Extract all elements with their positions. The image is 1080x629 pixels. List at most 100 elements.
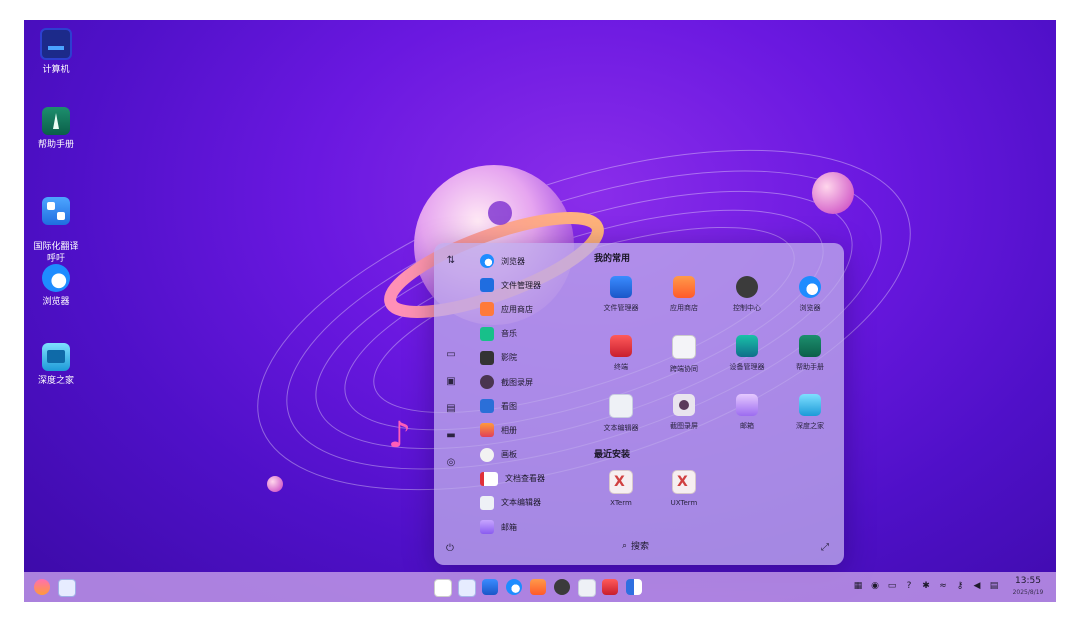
wifi-icon[interactable]: ≈ (937, 581, 949, 591)
app-list-item[interactable]: 文档查看器 (470, 467, 590, 491)
grid-tray-icon[interactable]: ▦ (852, 581, 864, 591)
control-center-icon[interactable] (554, 579, 570, 595)
volume-icon[interactable]: ◀ (971, 581, 983, 591)
browser-icon[interactable] (506, 579, 522, 595)
app-list-label: 浏览器 (501, 256, 525, 266)
deepin-home-icon (799, 394, 821, 416)
draw-icon (480, 447, 494, 462)
favorite-item[interactable]: 帮助手册 (779, 335, 841, 372)
desktop-screen: ♪ 计算机 帮助手册 国际化翻译 呼吁 浏览器 深度之家 ⇅ ▭ ▣ ▤ ▬ ◎… (24, 20, 1056, 602)
screenshot-icon (673, 394, 695, 416)
desktop-icon-label: 深度之家 (37, 376, 74, 386)
desktop-icon-deepin-home[interactable]: 深度之家 (24, 343, 88, 387)
favorite-item[interactable]: 邮箱 (716, 394, 778, 431)
launcher-app-list: 浏览器 文件管理器 应用商店 音乐 影院 截图录屏 看图 相册 画板 文档查看器… (470, 249, 590, 539)
desktop-icon-browser[interactable]: 浏览器 (24, 264, 88, 308)
app-list-label: 文档查看器 (505, 474, 545, 484)
app-list-item[interactable]: 影院 (470, 346, 590, 370)
app-list-item[interactable]: 相册 (470, 418, 590, 442)
app-list-item[interactable]: 文本编辑器 (470, 491, 590, 515)
app-list-item[interactable]: 应用商店 (470, 297, 590, 321)
sort-icon[interactable]: ⇅ (445, 255, 457, 267)
favorite-label: 邮箱 (740, 422, 754, 430)
app-store-icon[interactable] (530, 579, 546, 595)
terminal-icon[interactable] (602, 579, 618, 595)
translate-icon (42, 197, 70, 225)
clock-time[interactable]: 13:55 (1008, 576, 1048, 586)
key-icon[interactable]: ⚷ (954, 581, 966, 591)
favorite-label: 帮助手册 (796, 363, 824, 371)
favorite-item[interactable]: 终端 (590, 335, 652, 372)
app-launcher: ⇅ ▭ ▣ ▤ ▬ ◎ 浏览器 文件管理器 应用商店 音乐 影院 截图录屏 看图… (434, 243, 844, 565)
favorite-label: 应用商店 (670, 304, 698, 312)
launcher-search[interactable]: ⌕ 搜索 (622, 539, 650, 553)
favorite-label: 浏览器 (799, 304, 821, 312)
svg-text:♪: ♪ (388, 415, 411, 456)
category-image-icon[interactable]: ▣ (445, 376, 457, 388)
recent-item[interactable]: X XTerm (590, 470, 652, 507)
file-manager-icon (480, 278, 494, 293)
desktop-icon-label: 计算机 (42, 65, 70, 75)
favorite-item[interactable]: 跨端协同 (653, 335, 715, 374)
image-viewer-icon (480, 399, 494, 414)
app-list-item[interactable]: 浏览器 (470, 249, 590, 273)
favorite-item[interactable]: 文本编辑器 (590, 394, 652, 433)
favorite-item[interactable]: 截图录屏 (653, 394, 715, 431)
desktop-icon-help-manual[interactable]: 帮助手册 (24, 107, 88, 151)
category-media-icon[interactable]: ▬ (445, 430, 457, 442)
app-list-label: 文本编辑器 (501, 498, 541, 508)
file-manager-icon[interactable] (482, 579, 498, 595)
clock-date[interactable]: 2025/8/19 (1008, 589, 1048, 596)
favorite-item[interactable]: 控制中心 (716, 276, 778, 313)
app-list-label: 音乐 (501, 329, 517, 339)
app-list-item[interactable]: 音乐 (470, 322, 590, 346)
recent-item[interactable]: X UXTerm (653, 470, 715, 507)
document-viewer-icon (480, 471, 498, 486)
input-method-icon[interactable]: ◉ (869, 581, 881, 591)
xterm-icon: X (609, 470, 633, 494)
workspace-icon[interactable] (458, 579, 476, 597)
favorite-label: 跨端协同 (670, 365, 698, 373)
browser-icon (799, 276, 821, 298)
cross-device-icon (672, 335, 696, 359)
bluetooth-icon[interactable]: ✱ (920, 581, 932, 591)
desktop-icon-computer[interactable]: 计算机 (24, 28, 88, 76)
category-system-icon[interactable]: ◎ (445, 457, 457, 469)
deepin-home-icon (42, 343, 70, 371)
notification-icon[interactable]: ▤ (988, 581, 1000, 591)
fullscreen-expand-icon[interactable]: ⤢ (821, 542, 829, 553)
favorite-item[interactable]: 浏览器 (779, 276, 841, 313)
screenshot-icon (480, 375, 494, 390)
app-list-label: 文件管理器 (501, 280, 541, 290)
desktop-icon-translate[interactable]: 国际化翻译 呼吁 (24, 185, 88, 265)
text-editor-icon (609, 394, 633, 418)
app-list-item[interactable]: 画板 (470, 443, 590, 467)
uxterm-icon: X (672, 470, 696, 494)
search-icon[interactable] (58, 579, 76, 597)
app-list-label: 相册 (501, 425, 517, 435)
search-label: 搜索 (631, 542, 650, 552)
launcher-category-sidebar: ⇅ ▭ ▣ ▤ ▬ ◎ (434, 243, 468, 565)
category-document-icon[interactable]: ▤ (445, 403, 457, 415)
recent-label: XTerm (610, 499, 632, 507)
file-manager-icon (610, 276, 632, 298)
multitask-view-icon[interactable] (434, 579, 452, 597)
favorite-item[interactable]: 文件管理器 (590, 276, 652, 313)
app-list-item[interactable]: 文件管理器 (470, 273, 590, 297)
favorite-item[interactable]: 应用商店 (653, 276, 715, 313)
app-list-item[interactable]: 截图录屏 (470, 370, 590, 394)
help-manual-icon (799, 335, 821, 357)
favorite-item[interactable]: 设备管理器 (716, 335, 778, 372)
power-icon[interactable]: ⏻ (446, 543, 454, 554)
help-icon[interactable]: ? (903, 581, 915, 591)
favorite-label: 终端 (614, 363, 628, 371)
category-all-icon[interactable]: ▭ (445, 349, 457, 361)
battery-icon[interactable]: ▭ (886, 581, 898, 591)
launcher-icon[interactable] (34, 579, 50, 595)
favorite-item[interactable]: 深度之家 (779, 394, 841, 431)
cross-device-icon[interactable] (626, 579, 642, 595)
app-list-item[interactable]: 邮箱 (470, 515, 590, 539)
search-icon: ⌕ (622, 540, 628, 551)
text-editor-icon[interactable] (578, 579, 596, 597)
app-list-item[interactable]: 看图 (470, 394, 590, 418)
